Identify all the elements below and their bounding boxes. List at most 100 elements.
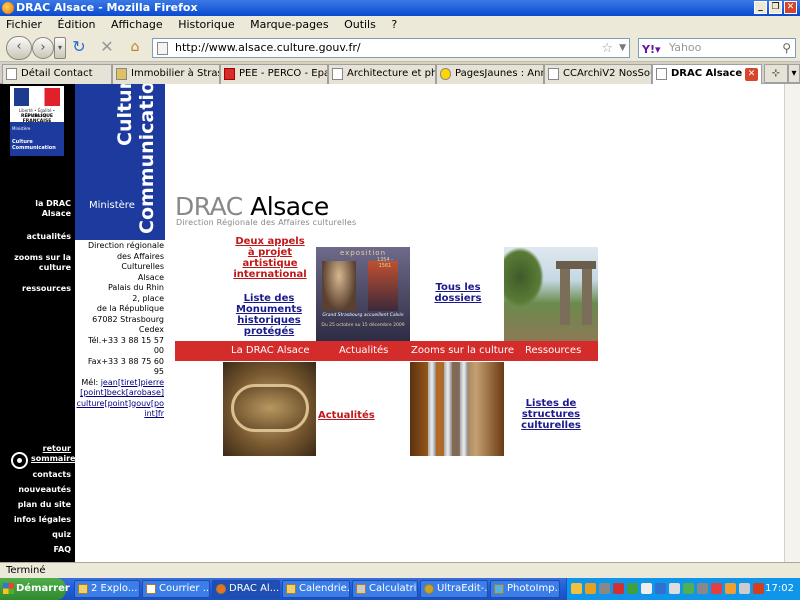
maximize-button[interactable]: ❐ xyxy=(769,1,782,14)
link-monuments-historiques[interactable]: Liste des Monuments historiques protégés xyxy=(234,293,304,337)
status-text: Terminé xyxy=(6,565,46,576)
minimize-button[interactable]: _ xyxy=(754,1,767,14)
tab-ccarchiv2[interactable]: CCArchiV2 NosSour... xyxy=(544,64,652,84)
menu-help[interactable]: ? xyxy=(391,18,397,31)
tab-pagesjaunes[interactable]: PagesJaunes : Ann... xyxy=(436,64,544,84)
target-circle-icon[interactable] xyxy=(11,452,28,469)
redbar-zooms[interactable]: Zooms sur la culture xyxy=(411,341,514,361)
tab-drac-alsace[interactable]: DRAC Alsace ✕ xyxy=(652,64,762,85)
tray-icon[interactable] xyxy=(627,583,638,594)
task-photoimpact[interactable]: PhotoImp... xyxy=(490,580,560,598)
sidebar-item-faq[interactable]: FAQ xyxy=(53,545,71,555)
tray-icon[interactable] xyxy=(641,583,652,594)
organ-pipe xyxy=(428,362,436,456)
link-actualites[interactable]: Actualités xyxy=(318,410,375,421)
tab-immobilier[interactable]: Immobilier à Strasbo... xyxy=(112,64,220,84)
redbar-ressources[interactable]: Ressources xyxy=(525,341,581,361)
menu-edition[interactable]: Édition xyxy=(57,18,95,31)
menu-marque-pages[interactable]: Marque-pages xyxy=(250,18,328,31)
tab-label: PEE - PERCO - Epar... xyxy=(239,68,327,79)
forward-button[interactable]: › xyxy=(32,37,54,59)
organ-pipe xyxy=(460,362,468,456)
expo-caption: Grand Strasbourg accueillent Calvin xyxy=(322,313,404,318)
sidebar-item-la-drac-alsace[interactable]: la DRAC Alsace xyxy=(11,199,71,219)
tray-icon[interactable] xyxy=(655,583,666,594)
sidebar-item-retour-sommaire[interactable]: retour sommaire xyxy=(31,444,75,464)
tray-icon[interactable] xyxy=(697,583,708,594)
sidebar-item-contacts[interactable]: contacts xyxy=(33,470,71,480)
tricolor-flag xyxy=(14,88,60,106)
sidebar-item-ressources[interactable]: ressources xyxy=(22,284,71,294)
task-calculatrice[interactable]: Calculatrice xyxy=(352,580,418,598)
task-label: DRAC Al... xyxy=(229,583,280,594)
task-label: UltraEdit-... xyxy=(437,583,488,594)
url-bar[interactable]: http://www.alsace.culture.gouv.fr/ ☆ ▼ xyxy=(152,38,630,58)
speaker-icon[interactable] xyxy=(739,583,750,594)
tray-icon[interactable] xyxy=(585,583,596,594)
task-ultraedit[interactable]: UltraEdit-... xyxy=(420,580,488,598)
task-calendrier[interactable]: Calendrie... xyxy=(282,580,350,598)
task-explorer[interactable]: 2 Explo... xyxy=(74,580,140,598)
tray-icon[interactable] xyxy=(753,583,764,594)
reload-icon[interactable]: ↻ xyxy=(68,37,90,59)
tray-icon[interactable] xyxy=(669,583,680,594)
close-button[interactable]: ✕ xyxy=(784,1,797,14)
redbar-actualites[interactable]: Actualités xyxy=(339,341,388,361)
exposition-poster[interactable]: exposition 1354 - 1561 Grand Strasbourg … xyxy=(316,247,410,341)
tab-pee-perco[interactable]: PEE - PERCO - Epar... xyxy=(220,64,328,84)
system-tray: 17:02 xyxy=(566,578,800,600)
tray-icon[interactable] xyxy=(613,583,624,594)
tray-icon[interactable] xyxy=(571,583,582,594)
menu-affichage[interactable]: Affichage xyxy=(111,18,163,31)
ministry-panel: Culture Communication Ministère xyxy=(75,84,165,240)
link-deux-appels[interactable]: Deux appels à projet artistique internat… xyxy=(231,236,309,280)
bookmark-star-icon[interactable]: ☆ xyxy=(601,40,613,58)
page-content: Liberté • Égalité • Fraternité RÉPUBLIQU… xyxy=(0,84,800,562)
marianne-logo[interactable]: Liberté • Égalité • Fraternité RÉPUBLIQU… xyxy=(10,86,64,156)
search-icon[interactable]: ⚲ xyxy=(782,39,791,57)
yahoo-icon[interactable]: Y!▾ xyxy=(642,41,661,59)
link-tous-les-dossiers[interactable]: Tous les dossiers xyxy=(416,282,500,304)
address-line: Direction régionale xyxy=(87,241,164,250)
sidebar-item-plan-du-site[interactable]: plan du site xyxy=(18,500,71,510)
sidebar-item-zooms[interactable]: zooms sur la culture xyxy=(11,253,71,273)
phone-line: Tél.+33 3 88 15 57 00 xyxy=(88,335,164,356)
back-button[interactable]: ‹ xyxy=(6,36,32,60)
firefox-icon xyxy=(2,2,14,14)
tray-icon[interactable] xyxy=(725,583,736,594)
tab-detail-contact[interactable]: Détail Contact xyxy=(2,64,112,84)
menu-outils[interactable]: Outils xyxy=(344,18,376,31)
sidebar-item-nouveautes[interactable]: nouveautés xyxy=(18,485,71,495)
close-tab-icon[interactable]: ✕ xyxy=(745,68,758,81)
left-sidebar: Liberté • Égalité • Fraternité RÉPUBLIQU… xyxy=(0,84,75,562)
tray-icon[interactable] xyxy=(683,583,694,594)
menu-fichier[interactable]: Fichier xyxy=(6,18,42,31)
task-label: Calendrie... xyxy=(299,583,350,594)
address-block: Direction régionale des Affaires Culture… xyxy=(76,241,164,420)
sidebar-item-quiz[interactable]: quiz xyxy=(52,530,71,540)
sidebar-item-actualites[interactable]: actualités xyxy=(26,232,71,242)
vertical-scrollbar[interactable] xyxy=(784,84,800,562)
tray-icon[interactable] xyxy=(599,583,610,594)
home-icon[interactable]: ⌂ xyxy=(124,37,146,59)
gate-post-left xyxy=(560,267,570,325)
search-box[interactable]: Y!▾ Yahoo ⚲ xyxy=(638,38,796,58)
tab-architecture[interactable]: Architecture et phot... xyxy=(328,64,436,84)
new-tab-button[interactable]: ⊹ xyxy=(764,64,788,83)
menu-historique[interactable]: Historique xyxy=(178,18,234,31)
organ-photo[interactable] xyxy=(410,362,504,456)
sculpture-photo[interactable] xyxy=(223,362,316,456)
stop-icon[interactable]: ✕ xyxy=(96,37,118,59)
task-courrier[interactable]: Courrier ... xyxy=(142,580,210,598)
url-dropdown-icon[interactable]: ▼ xyxy=(619,39,626,57)
task-drac-alsace[interactable]: DRAC Al... xyxy=(212,580,280,598)
page-subtitle: Direction Régionale des Affaires culture… xyxy=(176,218,357,227)
link-structures-culturelles[interactable]: Listes de structures culturelles xyxy=(504,398,598,431)
history-dropdown-icon[interactable]: ▾ xyxy=(54,37,66,59)
redbar-la-drac-alsace[interactable]: La DRAC Alsace xyxy=(231,341,310,361)
start-button[interactable]: Démarrer xyxy=(0,578,70,600)
sidebar-item-infos-legales[interactable]: infos légales xyxy=(14,515,71,525)
monument-photo[interactable] xyxy=(504,247,598,341)
tray-icon[interactable] xyxy=(711,583,722,594)
tab-list-button[interactable]: ▾ xyxy=(788,64,800,83)
